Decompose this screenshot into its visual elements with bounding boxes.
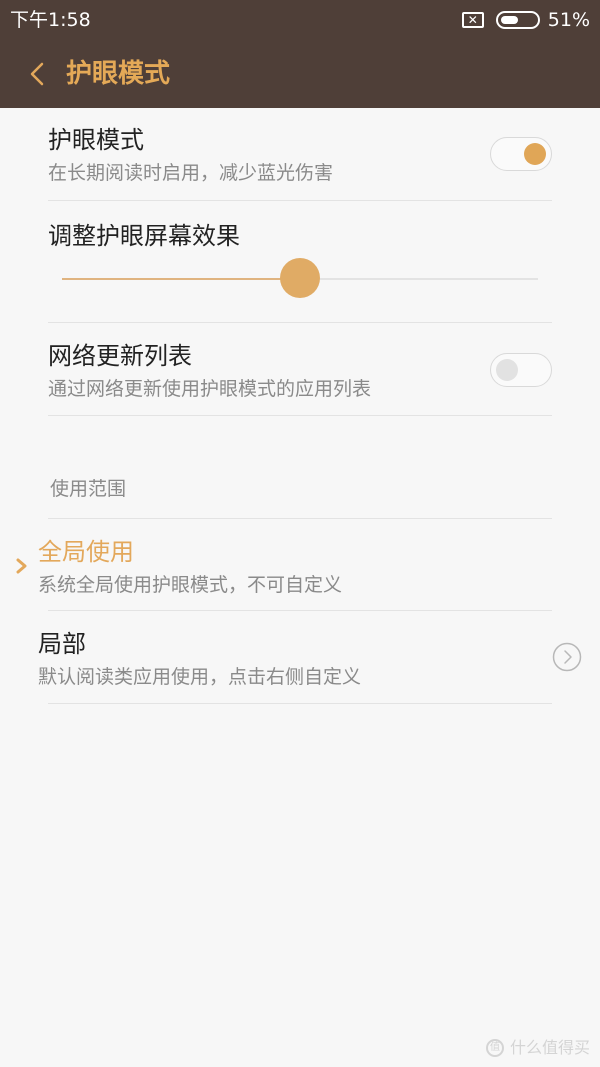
scope-option-partial[interactable]: 局部 默认阅读类应用使用，点击右侧自定义	[38, 624, 552, 702]
network-update-toggle[interactable]	[490, 353, 552, 387]
eye-mode-toggle[interactable]	[490, 137, 552, 171]
watermark: 值 什么值得买	[485, 1037, 590, 1059]
scope-option-global[interactable]: 全局使用 系统全局使用护眼模式，不可自定义	[38, 532, 552, 610]
chevron-right-circle-icon[interactable]	[552, 642, 582, 672]
network-update-row[interactable]: 网络更新列表 通过网络更新使用护眼模式的应用列表	[48, 334, 552, 416]
watermark-logo: 值	[485, 1039, 504, 1057]
selected-chevron-icon	[14, 556, 30, 576]
toggle-knob	[524, 143, 546, 165]
status-time: 下午1:58	[10, 9, 91, 31]
screen-effect-row: 调整护眼屏幕效果	[48, 216, 552, 256]
battery-fill	[500, 16, 518, 24]
scope-partial-subtitle: 默认阅读类应用使用，点击右侧自定义	[38, 666, 362, 688]
network-update-subtitle: 通过网络更新使用护眼模式的应用列表	[48, 378, 372, 400]
divider	[48, 200, 552, 201]
toggle-knob	[496, 359, 518, 381]
watermark-text: 什么值得买	[509, 1038, 590, 1057]
watermark-logo-text: 值	[489, 1042, 500, 1053]
divider	[48, 415, 552, 416]
toolbar: 护眼模式	[0, 40, 600, 108]
screen-effect-slider[interactable]	[62, 258, 538, 298]
divider	[48, 610, 552, 611]
chevron-left-icon[interactable]	[24, 58, 52, 90]
no-sim-icon: ✕	[461, 12, 484, 28]
battery-icon	[495, 11, 540, 29]
divider	[48, 703, 552, 704]
scope-partial-title: 局部	[38, 630, 86, 658]
divider	[48, 322, 552, 323]
battery-percentage: 51%	[547, 9, 590, 31]
status-bar: 下午1:58 ✕ 51%	[0, 0, 600, 40]
screen-effect-title: 调整护眼屏幕效果	[48, 222, 240, 250]
eye-mode-row[interactable]: 护眼模式 在长期阅读时启用，减少蓝光伤害	[48, 118, 552, 200]
eye-mode-title: 护眼模式	[48, 126, 144, 154]
scope-global-subtitle: 系统全局使用护眼模式，不可自定义	[38, 574, 343, 596]
section-header-scope: 使用范围	[50, 478, 127, 500]
slider-handle[interactable]	[280, 258, 320, 298]
scope-global-title: 全局使用	[38, 538, 134, 566]
eye-mode-subtitle: 在长期阅读时启用，减少蓝光伤害	[48, 162, 334, 184]
page-title: 护眼模式	[66, 59, 171, 89]
divider	[48, 518, 552, 519]
status-icons: ✕ 51%	[461, 8, 590, 32]
slider-fill	[62, 278, 300, 280]
network-update-title: 网络更新列表	[48, 342, 192, 370]
